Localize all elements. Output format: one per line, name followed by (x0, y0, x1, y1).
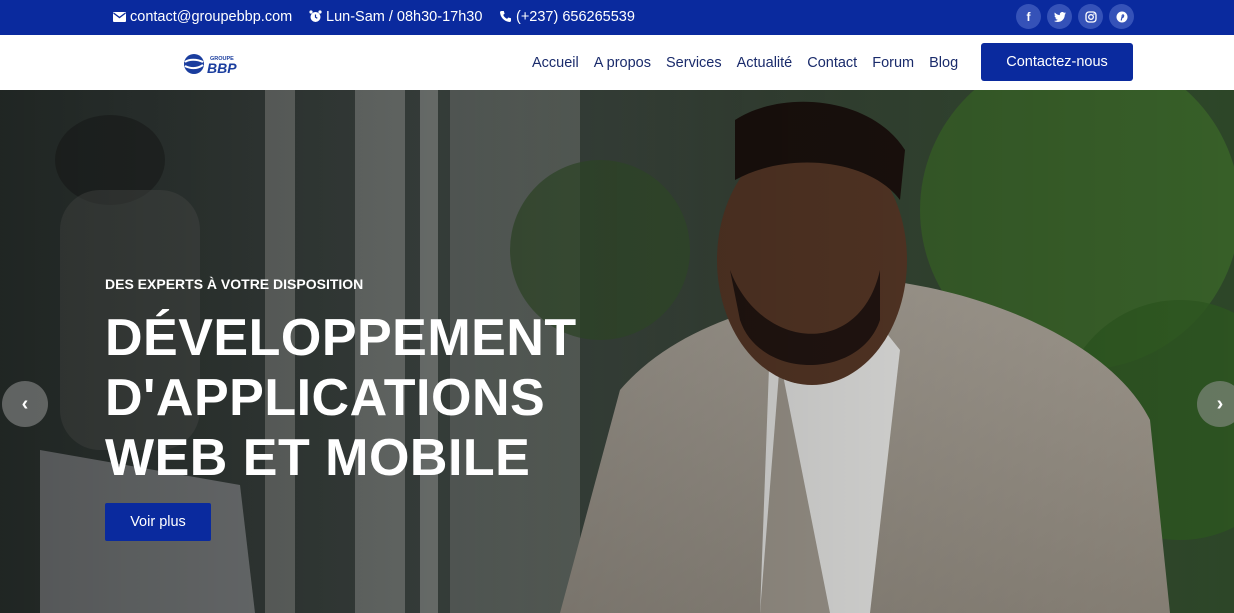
contact-us-button[interactable]: Contactez-nous (981, 43, 1133, 81)
twitter-icon[interactable] (1047, 4, 1072, 29)
hero-slider: DES EXPERTS À VOTRE DISPOSITION DÉVELOPP… (0, 90, 1234, 613)
nav-item-actualite[interactable]: Actualité (737, 55, 793, 71)
phone-text: (+237) 656265539 (516, 8, 635, 25)
top-contact-bar: contact@groupebbp.com Lun-Sam / 08h30-17… (0, 0, 1234, 35)
envelope-icon (113, 11, 126, 22)
main-navigation: Accueil A propos Services Actualité Cont… (532, 35, 958, 90)
svg-text:BBP: BBP (207, 60, 237, 75)
hero-title-line-1: DÉVELOPPEMENT (105, 309, 577, 367)
hero-title: DÉVELOPPEMENT D'APPLICATIONS WEB ET MOBI… (105, 308, 577, 488)
nav-item-forum[interactable]: Forum (872, 55, 914, 71)
voir-plus-button[interactable]: Voir plus (105, 503, 211, 541)
nav-item-services[interactable]: Services (666, 55, 722, 71)
phone-icon (499, 10, 512, 23)
slider-prev-arrow[interactable]: ‹ (2, 381, 48, 427)
nav-item-blog[interactable]: Blog (929, 55, 958, 71)
hero-title-line-2: D'APPLICATIONS (105, 369, 546, 427)
facebook-icon[interactable]: f (1016, 4, 1041, 29)
nav-item-contact[interactable]: Contact (807, 55, 857, 71)
opening-hours: Lun-Sam / 08h30-17h30 (309, 0, 482, 33)
email-text: contact@groupebbp.com (130, 8, 293, 25)
email-contact[interactable]: contact@groupebbp.com (113, 0, 292, 33)
main-header: GROUPE BBP Accueil A propos Services Act… (0, 35, 1234, 90)
hero-title-line-3: WEB ET MOBILE (105, 429, 531, 487)
alarm-clock-icon (309, 10, 322, 23)
instagram-icon[interactable] (1078, 4, 1103, 29)
hours-text: Lun-Sam / 08h30-17h30 (326, 8, 483, 25)
nav-item-a-propos[interactable]: A propos (594, 55, 651, 71)
social-links: f (1016, 4, 1134, 29)
hero-eyebrow: DES EXPERTS À VOTRE DISPOSITION (105, 276, 364, 292)
pinterest-icon[interactable] (1109, 4, 1134, 29)
groupe-bbp-logo[interactable]: GROUPE BBP (183, 53, 258, 76)
nav-item-accueil[interactable]: Accueil (532, 55, 579, 71)
phone-contact[interactable]: (+237) 656265539 (499, 0, 635, 33)
